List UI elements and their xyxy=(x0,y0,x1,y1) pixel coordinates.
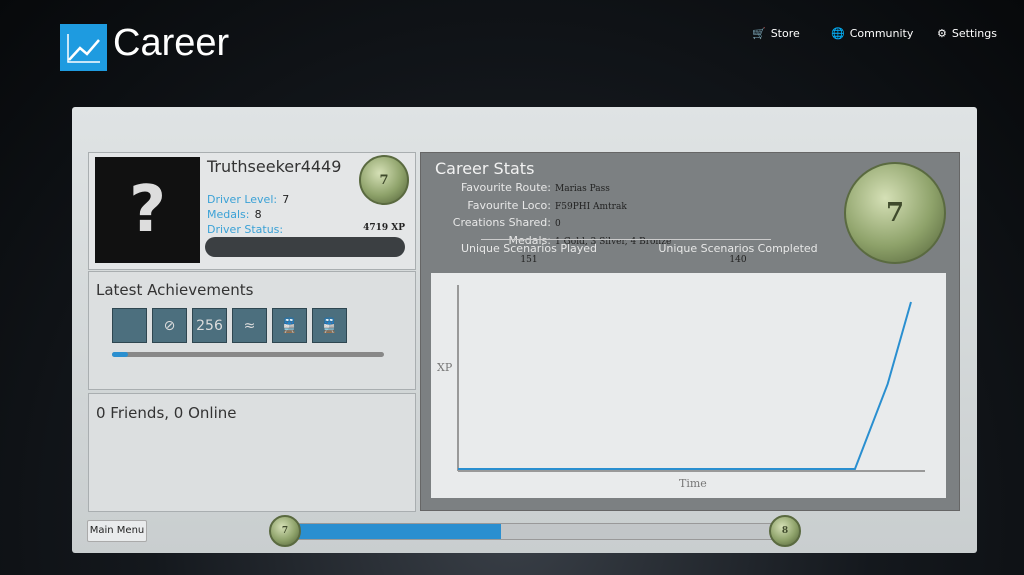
x-axis-label: Time xyxy=(679,477,707,490)
driver-level-label: Driver Level: xyxy=(207,193,278,206)
profile-card: ? Truthseeker4449 7 Driver Level: 7 Meda… xyxy=(88,152,416,270)
train-icon[interactable]: 🚆 xyxy=(312,308,347,343)
current-level-badge: 7 xyxy=(269,515,301,547)
level-progress-bar xyxy=(285,523,787,540)
scenarios-played: 151 xyxy=(520,255,538,265)
divider xyxy=(481,239,771,240)
xp-chart: XP Time xyxy=(431,273,946,498)
stat-row: Creations Shared: 0 xyxy=(421,214,671,232)
stat-value: 0 xyxy=(555,219,561,229)
gear-icon: ⚙ xyxy=(937,27,947,40)
nav-store[interactable]: 🛒 Store xyxy=(752,27,800,40)
wave-icon[interactable]: ≈ xyxy=(232,308,267,343)
career-panel: ? Truthseeker4449 7 Driver Level: 7 Meda… xyxy=(72,107,977,553)
medals-count: 8 xyxy=(254,208,262,221)
globe-icon: 🌐 xyxy=(831,27,845,40)
page-title: Career xyxy=(113,22,230,64)
medals-label: Medals: xyxy=(207,208,250,221)
career-level-badge: 7 xyxy=(844,162,946,264)
stat-label: Creations Shared: xyxy=(452,216,551,229)
xp-value: 4719 XP xyxy=(363,223,405,233)
stat-label: Favourite Route: xyxy=(460,181,551,194)
stat-row: Favourite Loco: F59PHI Amtrak xyxy=(421,197,671,215)
friends-panel: 0 Friends, 0 Online xyxy=(88,393,416,512)
achievements-scrollbar[interactable] xyxy=(112,352,384,357)
scenarios-completed-label: Unique Scenarios Completed xyxy=(658,242,818,255)
cart-icon: 🛒 xyxy=(752,27,766,40)
nav-label: Store xyxy=(770,27,800,40)
stat-row: Favourite Route: Marias Pass xyxy=(421,179,671,197)
scenarios-completed: 140 xyxy=(729,255,747,265)
next-level-badge: 8 xyxy=(769,515,801,547)
friends-title: 0 Friends, 0 Online xyxy=(96,404,237,422)
y-axis-label: XP xyxy=(437,361,453,374)
nav-community[interactable]: 🌐 Community xyxy=(831,27,913,40)
stat-value: F59PHI Amtrak xyxy=(555,201,627,212)
career-stats-title: Career Stats xyxy=(435,159,535,178)
stat-label: Favourite Loco: xyxy=(467,198,551,212)
career-logo-icon xyxy=(60,24,107,71)
256-medal-icon[interactable]: 256 xyxy=(192,308,227,343)
driver-level: 7 xyxy=(282,193,290,206)
achievements-title: Latest Achievements xyxy=(96,281,254,299)
scenarios-played-label: Unique Scenarios Played xyxy=(460,242,598,255)
career-stats-panel: Career Stats Favourite Route: Marias Pass… xyxy=(420,152,960,511)
xp-series-line xyxy=(458,301,912,470)
username: Truthseeker4449 xyxy=(207,157,342,176)
achievements-panel: Latest Achievements ⊘ 256 ≈ 🚆 🚆 xyxy=(88,271,416,390)
nav-label: Community xyxy=(849,27,914,40)
xp-bar xyxy=(205,237,405,257)
train-icon[interactable]: 🚆 xyxy=(272,308,307,343)
nav-label: Settings xyxy=(951,27,997,40)
stat-value: Marias Pass xyxy=(555,184,610,194)
no-entry-icon[interactable]: ⊘ xyxy=(152,308,187,343)
xp-graph-icon[interactable] xyxy=(112,308,147,343)
main-menu-button[interactable]: Main Menu xyxy=(87,520,147,542)
driver-status-label: Driver Status: xyxy=(207,223,284,236)
nav-settings[interactable]: ⚙ Settings xyxy=(937,27,997,40)
level-badge: 7 xyxy=(359,155,409,205)
avatar: ? xyxy=(95,157,200,263)
